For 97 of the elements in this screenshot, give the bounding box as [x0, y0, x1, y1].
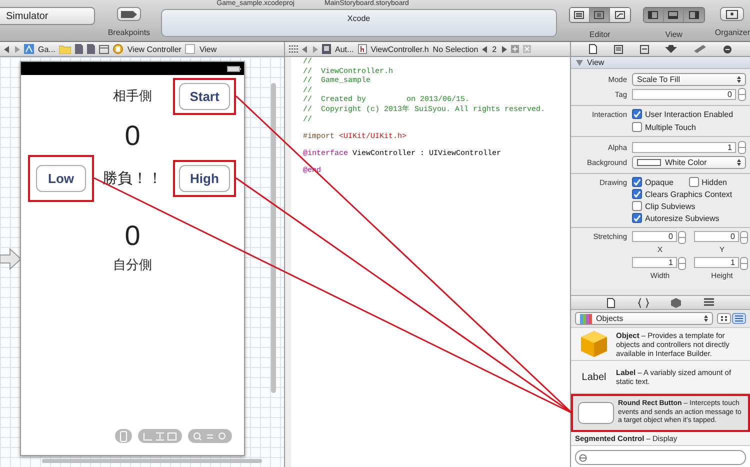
- alpha-field[interactable]: 1: [632, 142, 736, 152]
- breadcrumb[interactable]: ViewController.h: [370, 44, 429, 54]
- section-title: View: [587, 58, 604, 67]
- popup-arrows-icon: [737, 158, 741, 166]
- add-icon[interactable]: [510, 45, 519, 53]
- breadcrumb[interactable]: Ga...: [38, 44, 56, 54]
- organizer-button[interactable]: [720, 7, 744, 21]
- label-preview: Label: [582, 372, 606, 382]
- list-icon[interactable]: [704, 298, 714, 307]
- tag-field[interactable]: 0: [632, 88, 736, 100]
- previous-icon[interactable]: [482, 46, 488, 52]
- checkbox[interactable]: Hidden: [688, 177, 732, 187]
- file-icon[interactable]: [589, 44, 598, 54]
- view-icon: [185, 44, 196, 54]
- start-button[interactable]: Start: [179, 82, 230, 110]
- library-filter-popup[interactable]: Objects: [575, 312, 713, 325]
- score-label: 0: [124, 220, 140, 252]
- scheme-popup[interactable]: Simulator: [0, 7, 96, 25]
- organizer-label: Organizer: [714, 28, 750, 37]
- stripes-icon: [580, 314, 592, 324]
- identity-icon[interactable]: [640, 44, 649, 54]
- scene-icon[interactable]: [99, 44, 110, 54]
- breadcrumb[interactable]: Aut...: [335, 44, 354, 54]
- scrollbar[interactable]: [271, 83, 276, 393]
- search-icon: [579, 454, 587, 462]
- checkbox[interactable]: Autoresize Subviews: [632, 213, 732, 223]
- counterpart-count: 2: [492, 44, 497, 54]
- breakpoint-icon: [120, 10, 137, 18]
- editor-icon: [614, 11, 625, 19]
- stretching-field[interactable]: 1: [632, 257, 677, 268]
- next-icon[interactable]: [500, 46, 507, 52]
- checkbox[interactable]: Clip Subviews: [632, 201, 732, 211]
- stretching-field[interactable]: 0: [694, 231, 739, 242]
- background-popup[interactable]: White Color: [632, 156, 746, 168]
- align-icon: [143, 432, 177, 440]
- breadcrumb[interactable]: View: [199, 44, 217, 54]
- checkmark-icon: [633, 214, 641, 222]
- zoom-icon: [193, 432, 227, 440]
- editor-icon: [574, 11, 584, 19]
- header-file-icon: [358, 44, 367, 54]
- match-label: 勝負！！: [102, 168, 162, 188]
- breadcrumb[interactable]: View Controller: [127, 44, 182, 54]
- view-label: View: [665, 30, 682, 39]
- mode-popup[interactable]: Scale To Fill: [632, 72, 746, 86]
- search-field[interactable]: [575, 450, 746, 465]
- panel-icon: [648, 11, 658, 19]
- scrollbar[interactable]: [42, 459, 262, 463]
- stepper[interactable]: [678, 231, 686, 244]
- popup-arrows-icon: [737, 76, 741, 82]
- view-toggle-button[interactable]: [664, 8, 684, 22]
- opponent-label: 相手側: [113, 87, 152, 105]
- battery-icon: [227, 66, 241, 72]
- panel-icon: [668, 11, 678, 19]
- breadcrumb[interactable]: No Selection: [432, 44, 478, 54]
- checkbox[interactable]: Clears Graphics Context: [632, 189, 732, 199]
- score-label: 0: [124, 120, 140, 152]
- high-button[interactable]: High: [179, 164, 230, 192]
- low-button[interactable]: Low: [36, 164, 86, 192]
- color-swatch: [637, 158, 661, 166]
- stretching-field[interactable]: 1: [694, 257, 739, 268]
- player-label: 自分側: [113, 256, 152, 274]
- editor-mode-button[interactable]: [570, 8, 590, 22]
- breakpoints-label: Breakpoints: [108, 28, 150, 37]
- view-toggle-button[interactable]: [644, 8, 664, 22]
- round-rect-button-preview: [578, 402, 614, 424]
- checkbox[interactable]: Opaque: [632, 177, 679, 187]
- stretching-field[interactable]: 0: [632, 231, 677, 242]
- organizer-icon: [726, 10, 738, 18]
- stepper[interactable]: [678, 257, 686, 270]
- stepper[interactable]: [738, 88, 746, 100]
- view-controller-icon: [113, 44, 124, 54]
- view-toggle-button[interactable]: [684, 8, 704, 22]
- list-view-icon[interactable]: [732, 313, 746, 324]
- back-icon[interactable]: [302, 46, 308, 52]
- section-header[interactable]: View: [571, 57, 750, 69]
- counterparts-icon: [322, 44, 331, 54]
- breakpoints-button[interactable]: [116, 7, 141, 21]
- back-icon[interactable]: [4, 46, 10, 52]
- activity-title: Xcode: [347, 14, 370, 24]
- braces-icon[interactable]: [638, 298, 649, 308]
- editor-label: Editor: [589, 30, 610, 39]
- stepper[interactable]: [740, 257, 748, 270]
- popup-arrows-icon: [704, 315, 708, 322]
- editor-mode-button[interactable]: [590, 8, 610, 22]
- editor-mode-button[interactable]: [610, 8, 630, 22]
- project-icon: [24, 44, 34, 54]
- checkmark-icon: [633, 110, 641, 118]
- related-items-icon[interactable]: [289, 45, 298, 53]
- panel-icon: [688, 11, 699, 19]
- grid-view-icon[interactable]: [717, 313, 731, 324]
- checkbox[interactable]: Multiple Touch: [632, 122, 734, 132]
- editor-icon: [594, 11, 604, 19]
- stepper[interactable]: [740, 231, 748, 244]
- stepper[interactable]: [738, 140, 746, 154]
- file-icon[interactable]: [607, 298, 616, 308]
- checkbox[interactable]: User Interaction Enabled: [632, 109, 734, 119]
- device-icon: [120, 430, 127, 442]
